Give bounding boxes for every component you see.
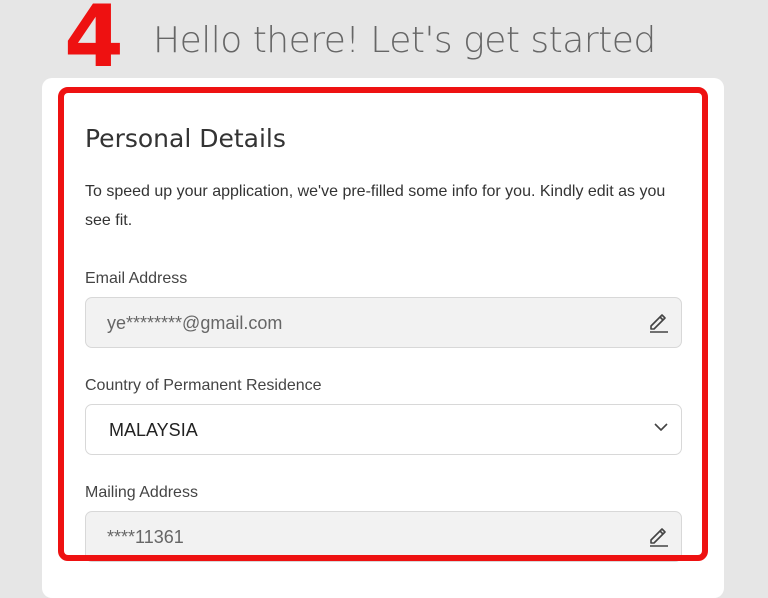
country-select[interactable]: MALAYSIA [85, 404, 682, 455]
chevron-down-icon [654, 423, 668, 431]
mailing-address-label: Mailing Address [85, 484, 198, 501]
section-intro-text: To speed up your application, we've pre-… [85, 183, 666, 229]
mailing-address-field[interactable]: ****11361 [85, 511, 682, 562]
email-value: ye********@gmail.com [107, 313, 283, 333]
country-label: Country of Permanent Residence [85, 377, 322, 394]
section-title: Personal Details [85, 124, 286, 153]
pencil-edit-icon[interactable] [647, 309, 671, 333]
email-label: Email Address [85, 270, 188, 287]
page-title: Hello there! Let's get started [153, 20, 656, 61]
country-value: MALAYSIA [109, 420, 198, 440]
step-number-annotation: 4 [64, 0, 124, 87]
pencil-edit-icon[interactable] [647, 523, 671, 547]
mailing-address-value: ****11361 [107, 527, 184, 547]
email-field[interactable]: ye********@gmail.com [85, 297, 682, 348]
